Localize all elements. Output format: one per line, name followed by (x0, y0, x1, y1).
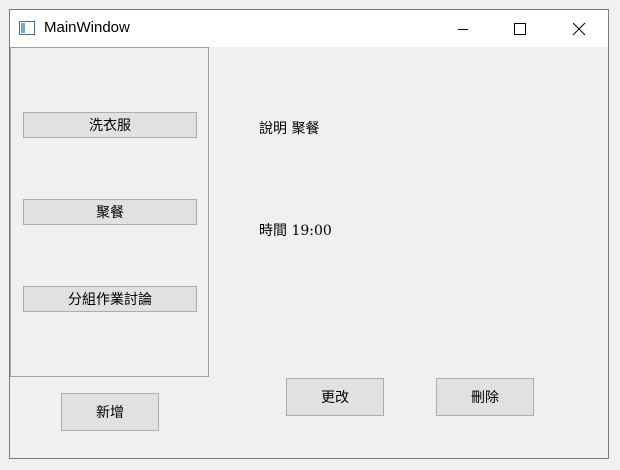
delete-button[interactable]: 刪除 (436, 378, 534, 416)
description-label: 說明 聚餐 (259, 121, 320, 137)
close-button[interactable] (550, 10, 608, 47)
maximize-icon (514, 22, 526, 35)
app-window-icon (19, 21, 35, 35)
window-title: MainWindow (44, 19, 130, 36)
task-button-dinner[interactable]: 聚餐 (23, 199, 197, 225)
title-bar[interactable]: MainWindow (10, 10, 608, 47)
time-label: 時間 19:00 (259, 223, 332, 239)
minimize-button[interactable] (434, 10, 492, 47)
task-button-group-discussion[interactable]: 分組作業討論 (23, 286, 197, 312)
edit-button[interactable]: 更改 (286, 378, 384, 416)
minimize-icon (458, 28, 468, 30)
main-window: MainWindow 洗衣服 聚餐 分組作業討論 新增 說明 聚餐 時間 19:… (9, 9, 609, 459)
add-button[interactable]: 新增 (61, 393, 159, 431)
close-icon (572, 22, 586, 35)
maximize-button[interactable] (491, 10, 549, 47)
task-button-laundry[interactable]: 洗衣服 (23, 112, 197, 138)
task-list-panel: 洗衣服 聚餐 分組作業討論 (10, 47, 209, 377)
